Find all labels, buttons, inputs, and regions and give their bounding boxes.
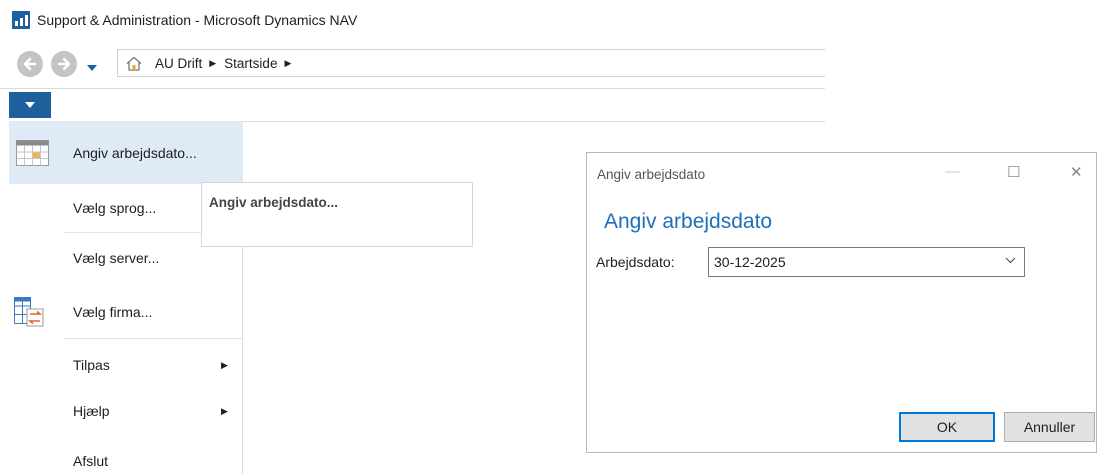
- ok-button-label: OK: [936, 419, 958, 435]
- cancel-button-label: Annuller: [1023, 419, 1076, 435]
- forward-arrow-icon: [57, 57, 71, 71]
- menu-item-label: Tilpas: [73, 357, 110, 373]
- breadcrumb-separator-icon[interactable]: ▶: [209, 58, 216, 69]
- title-bar: Support & Administration - Microsoft Dyn…: [0, 0, 1097, 40]
- chevron-down-icon: [87, 65, 97, 71]
- menu-item-label: Hjælp: [73, 403, 110, 419]
- back-button[interactable]: [17, 51, 43, 77]
- work-date-label: Arbejdsdato:: [596, 254, 675, 270]
- switch-company-icon: [14, 297, 44, 327]
- minimize-button[interactable]: —: [945, 163, 960, 180]
- menu-item-label: Vælg sprog...: [73, 200, 157, 216]
- menu-item-set-work-date[interactable]: Angiv arbejdsdato...: [9, 121, 243, 184]
- menu-separator: [64, 338, 243, 339]
- forward-button[interactable]: [51, 51, 77, 77]
- dialog-title: Angiv arbejdsdato: [597, 167, 706, 182]
- breadcrumb-separator-icon[interactable]: ▶: [284, 58, 291, 69]
- ribbon-divider: [243, 121, 825, 122]
- close-button[interactable]: ✕: [1070, 163, 1083, 181]
- ok-button[interactable]: OK: [899, 412, 995, 442]
- set-work-date-dialog: Angiv arbejdsdato — ☐ ✕ Angiv arbejdsdat…: [586, 152, 1097, 453]
- dialog-heading: Angiv arbejdsdato: [604, 210, 773, 233]
- application-menu: Angiv arbejdsdato... Vælg sprog... Vælg …: [9, 121, 243, 474]
- submenu-arrow-icon: ▶: [221, 359, 228, 370]
- menu-item-help[interactable]: Hjælp ▶: [9, 389, 243, 433]
- menu-item-label: Vælg server...: [73, 250, 160, 266]
- window-title: Support & Administration - Microsoft Dyn…: [37, 12, 358, 28]
- dynamics-nav-chart-icon: [12, 11, 30, 29]
- menu-item-exit[interactable]: Afslut: [9, 439, 243, 474]
- chevron-down-icon: [1005, 257, 1016, 264]
- calendar-icon: [16, 139, 49, 166]
- menu-item-label: Afslut: [73, 453, 109, 469]
- breadcrumb-item-au-drift[interactable]: AU Drift: [155, 56, 202, 71]
- work-date-dropdown[interactable]: 30-12-2025: [708, 247, 1025, 277]
- flyout-title: Angiv arbejdsdato...: [209, 195, 339, 210]
- maximize-button[interactable]: ☐: [1007, 163, 1020, 181]
- chevron-down-icon: [25, 102, 35, 108]
- menu-flyout-tooltip: Angiv arbejdsdato...: [201, 182, 473, 247]
- home-icon[interactable]: [126, 56, 142, 71]
- submenu-arrow-icon: ▶: [221, 405, 228, 416]
- work-date-value: 30-12-2025: [714, 254, 786, 270]
- breadcrumb-item-startside[interactable]: Startside: [224, 56, 277, 71]
- menu-item-choose-company[interactable]: Vælg firma...: [9, 290, 243, 334]
- cancel-button[interactable]: Annuller: [1004, 412, 1095, 442]
- ribbon-divider: [0, 88, 825, 89]
- history-dropdown-button[interactable]: [87, 59, 97, 75]
- application-menu-button[interactable]: [9, 92, 51, 118]
- address-bar[interactable]: AU Drift ▶ Startside ▶: [117, 49, 825, 77]
- menu-item-customize[interactable]: Tilpas ▶: [9, 343, 243, 387]
- navigation-bar: AU Drift ▶ Startside ▶: [0, 46, 825, 82]
- back-arrow-icon: [23, 57, 37, 71]
- menu-item-label: Angiv arbejdsdato...: [73, 144, 197, 161]
- menu-item-label: Vælg firma...: [73, 304, 153, 320]
